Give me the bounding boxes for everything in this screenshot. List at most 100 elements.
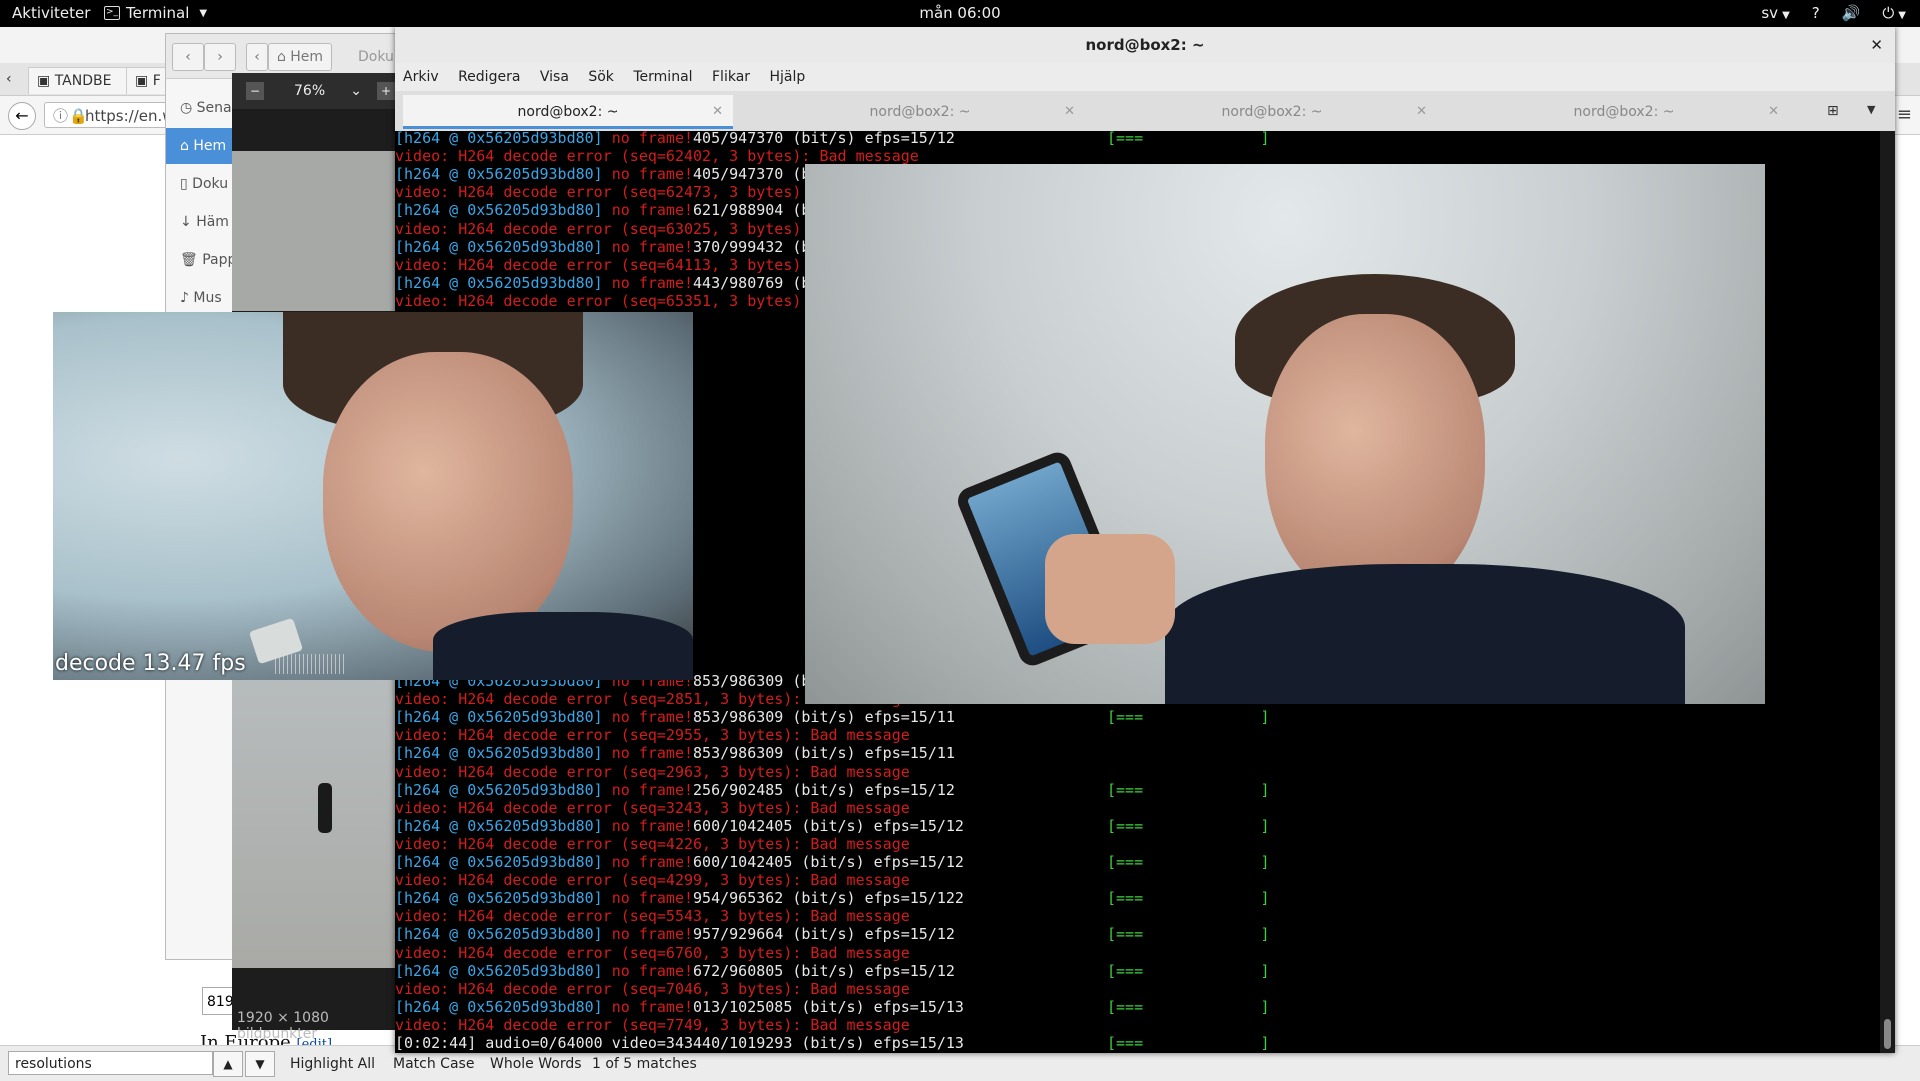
zoom-combo[interactable]: 76% ⌄ bbox=[286, 79, 370, 103]
image-canvas[interactable] bbox=[232, 673, 402, 968]
bitrate-text: 405/947370 (b bbox=[693, 165, 811, 184]
video-window-large[interactable] bbox=[805, 164, 1765, 704]
bitrate-text: 405/947370 (bit/s) efps=15/12 bbox=[693, 131, 955, 147]
match-case-checkbox[interactable]: Match Case bbox=[393, 1056, 474, 1072]
find-next-button[interactable]: ▼ bbox=[245, 1051, 275, 1077]
find-status: 1 of 5 matches bbox=[592, 1056, 697, 1072]
input-source-menu[interactable]: sv ▼ bbox=[1761, 4, 1789, 22]
forward-button[interactable]: › bbox=[204, 43, 236, 71]
network-icon[interactable]: ? bbox=[1812, 4, 1820, 22]
sidebar-item-downloads[interactable]: ↓ Häm bbox=[166, 204, 236, 240]
fps-overlay: decode 13.47 fps bbox=[55, 651, 246, 676]
zoom-in-icon[interactable]: + bbox=[377, 82, 395, 100]
decoder-prefix: [h264 @ 0x56205d93bd80] bbox=[395, 744, 603, 763]
terminal-tab-label: nord@box2: ~ bbox=[1573, 104, 1675, 120]
progress-indicator: [=== ] bbox=[1107, 997, 1270, 1016]
path-scroll-left-button[interactable]: ‹ bbox=[246, 43, 268, 71]
close-icon[interactable]: ✕ bbox=[712, 95, 723, 129]
tab-scroll-left-icon[interactable]: ‹ bbox=[6, 71, 12, 87]
hamburger-menu-icon[interactable]: ≡ bbox=[1897, 104, 1912, 125]
error-text: video: H264 decode error (seq=5543, 3 by… bbox=[395, 907, 910, 926]
bitrate-text: 600/1042405 (bit/s) efps=15/12 bbox=[693, 853, 964, 871]
terminal-tab[interactable]: nord@box2: ~ ✕ bbox=[403, 95, 733, 129]
close-icon[interactable]: ✕ bbox=[1416, 95, 1427, 129]
path-home-button[interactable]: ⌂ Hem bbox=[268, 43, 332, 71]
image-canvas[interactable] bbox=[232, 151, 402, 311]
menu-item-flikar[interactable]: Flikar bbox=[712, 63, 750, 91]
browser-tab-label: F bbox=[152, 73, 161, 89]
close-icon[interactable]: ✕ bbox=[1064, 95, 1075, 129]
chevron-down-icon: ▼ bbox=[1782, 10, 1790, 21]
terminal-tab[interactable]: nord@box2: ~ ✕ bbox=[755, 95, 1085, 129]
terminal-line: [h264 @ 0x56205d93bd80] no frame!853/986… bbox=[395, 744, 955, 762]
menu-item-terminal[interactable]: Terminal bbox=[633, 63, 692, 91]
whole-words-checkbox[interactable]: Whole Words bbox=[490, 1056, 582, 1072]
no-frame-text: no frame! bbox=[602, 165, 694, 184]
highlight-all-checkbox[interactable]: Highlight All bbox=[290, 1056, 375, 1072]
terminal-tab[interactable]: nord@box2: ~ ✕ bbox=[1459, 95, 1789, 129]
menu-item-arkiv[interactable]: Arkiv bbox=[403, 63, 439, 91]
decoder-prefix: [h264 @ 0x56205d93bd80] bbox=[395, 131, 603, 147]
new-tab-icon[interactable]: ⊞ bbox=[1827, 103, 1839, 119]
clock[interactable]: mån 06:00 bbox=[0, 4, 1920, 22]
image-viewer-toolbar: − 76% ⌄ + bbox=[232, 73, 402, 109]
terminal-scrollbar[interactable] bbox=[1880, 131, 1895, 1053]
terminal-tab[interactable]: nord@box2: ~ ✕ bbox=[1107, 95, 1437, 129]
back-icon[interactable]: ← bbox=[8, 102, 36, 130]
close-icon[interactable]: ✕ bbox=[1768, 95, 1779, 129]
clock-icon: ◷ bbox=[180, 100, 193, 116]
sidebar-item-trash[interactable]: 🗑 Papp bbox=[166, 242, 236, 278]
error-text: video: H264 decode error (seq=64113, 3 b… bbox=[395, 255, 802, 274]
progress-indicator: [=== ] bbox=[1107, 708, 1270, 727]
info-icon: ⓘ bbox=[53, 107, 69, 125]
terminal-tab-label: nord@box2: ~ bbox=[869, 104, 971, 120]
sidebar-item-documents[interactable]: ▯ Doku bbox=[166, 166, 236, 202]
tab-list-chevron-icon[interactable]: ▼ bbox=[1867, 103, 1875, 116]
sidebar-item-label: Mus bbox=[193, 290, 222, 306]
sidebar-item-label: Häm bbox=[196, 214, 229, 230]
terminal-line: [h264 @ 0x56205d93bd80] no frame!370/999… bbox=[395, 238, 810, 256]
no-frame-text: no frame! bbox=[602, 237, 694, 256]
menu-item-redigera[interactable]: Redigera bbox=[458, 63, 520, 91]
sidebar-item-home[interactable]: ⌂ Hem bbox=[166, 128, 236, 164]
error-text: video: H264 decode error (seq=62402, 3 b… bbox=[395, 147, 919, 166]
menu-item-hjalp[interactable]: Hjälp bbox=[769, 63, 805, 91]
close-icon[interactable]: ✕ bbox=[1870, 27, 1883, 63]
no-frame-text: no frame! bbox=[602, 780, 694, 799]
back-button[interactable]: ‹ bbox=[172, 43, 204, 71]
terminal-line: [h264 @ 0x56205d93bd80] no frame!957/929… bbox=[395, 925, 1270, 944]
path-documents-button[interactable]: Doku bbox=[358, 49, 394, 65]
error-text: video: H264 decode error (seq=2963, 3 by… bbox=[395, 762, 910, 781]
window-title-bar[interactable]: nord@box2: ~ ✕ bbox=[395, 27, 1895, 64]
scrollbar-thumb[interactable] bbox=[1884, 1019, 1891, 1049]
terminal-line: video: H264 decode error (seq=65351, 3 b… bbox=[395, 292, 801, 310]
bitrate-text: 013/1025085 (bit/s) efps=15/13 bbox=[693, 997, 964, 1016]
terminal-line: [h264 @ 0x56205d93bd80] no frame!600/104… bbox=[395, 817, 1270, 835]
url-text: https://en.w bbox=[85, 107, 175, 125]
window-title: nord@box2: ~ bbox=[1085, 36, 1205, 54]
terminal-line: [h264 @ 0x56205d93bd80] no frame!256/902… bbox=[395, 780, 1270, 799]
decoder-prefix: [h264 @ 0x56205d93bd80] bbox=[395, 165, 603, 184]
power-icon[interactable]: ⏻ ▼ bbox=[1882, 4, 1906, 22]
terminal-line: video: H264 decode error (seq=64113, 3 b… bbox=[395, 256, 801, 274]
terminal-tab-label: nord@box2: ~ bbox=[1221, 104, 1323, 120]
decoder-prefix: [h264 @ 0x56205d93bd80] bbox=[395, 997, 603, 1016]
find-input[interactable]: resolutions bbox=[8, 1051, 213, 1075]
volume-icon[interactable]: 🔊 bbox=[1842, 4, 1861, 22]
video-frame-region bbox=[1045, 534, 1175, 644]
terminal-line: video: H264 decode error (seq=63025, 3 b… bbox=[395, 220, 801, 238]
browser-tab[interactable]: ▣ TANDBE bbox=[28, 67, 136, 94]
decoder-prefix: [h264 @ 0x56205d93bd80] bbox=[395, 925, 603, 944]
sidebar-item-label: Hem bbox=[193, 138, 227, 154]
sidebar-item-music[interactable]: ♪ Mus bbox=[166, 280, 236, 316]
zoom-out-icon[interactable]: − bbox=[246, 82, 264, 100]
sidebar-item-recent[interactable]: ◷ Sena bbox=[166, 90, 236, 126]
menu-item-visa[interactable]: Visa bbox=[540, 63, 569, 91]
find-previous-button[interactable]: ▲ bbox=[213, 1051, 243, 1077]
video-window-small[interactable]: decode 13.47 fps bbox=[53, 312, 693, 680]
no-frame-text: no frame! bbox=[602, 131, 694, 147]
menu-item-sok[interactable]: Sök bbox=[588, 63, 614, 91]
progress-indicator: [=== ] bbox=[1107, 816, 1270, 835]
terminal-line: video: H264 decode error (seq=2955, 3 by… bbox=[395, 726, 910, 744]
home-icon: ⌂ bbox=[180, 138, 189, 154]
